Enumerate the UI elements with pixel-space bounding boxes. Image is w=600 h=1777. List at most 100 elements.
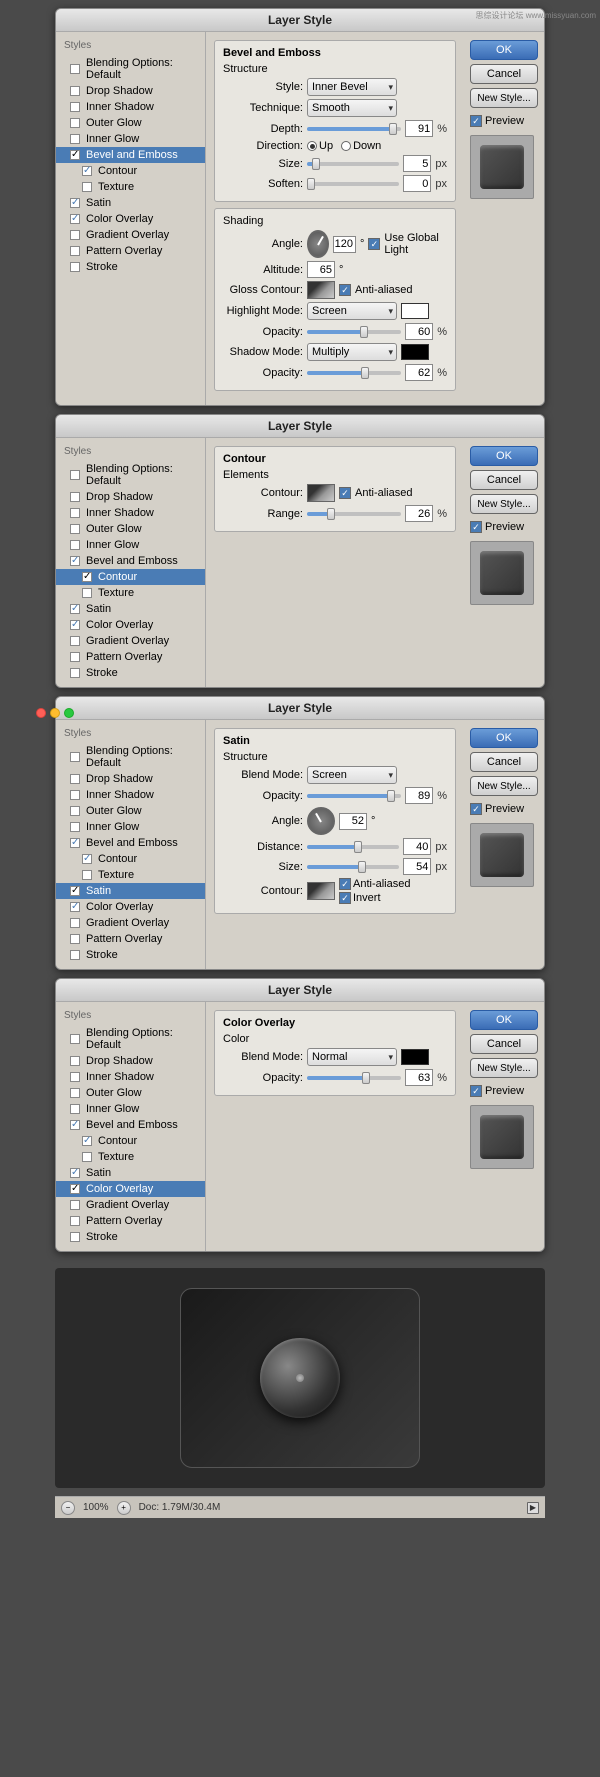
highlight-opacity-thumb[interactable] <box>360 326 368 338</box>
arrow-button[interactable]: ▶ <box>527 1502 539 1514</box>
p4-cb-blending[interactable] <box>70 1034 80 1044</box>
p2-cb-drop[interactable] <box>70 492 80 502</box>
p2-cb-blending[interactable] <box>70 470 80 480</box>
p2-sidebar-drop[interactable]: Drop Shadow <box>56 489 205 505</box>
cb-texture[interactable] <box>82 182 92 192</box>
shadow-opacity-thumb[interactable] <box>361 367 369 379</box>
cb-inner-glow[interactable] <box>70 134 80 144</box>
p3-distance-value[interactable]: 40 <box>403 838 431 855</box>
soften-slider[interactable] <box>307 182 399 186</box>
technique-dropdown[interactable]: Smooth <box>307 99 397 117</box>
p3-cb-texture[interactable] <box>82 870 92 880</box>
global-light-cb[interactable] <box>368 238 380 250</box>
p3-size-slider[interactable] <box>307 865 399 869</box>
p3-cb-color[interactable] <box>70 902 80 912</box>
highlight-mode-dropdown[interactable]: Screen <box>307 302 397 320</box>
p4-sidebar-drop[interactable]: Drop Shadow <box>56 1053 205 1069</box>
sidebar-satin[interactable]: Satin <box>56 195 205 211</box>
size-slider[interactable] <box>307 162 399 166</box>
panel4-ok-button[interactable]: OK <box>470 1010 538 1030</box>
sidebar-texture[interactable]: Texture <box>56 179 205 195</box>
p2-cb-pattern[interactable] <box>70 652 80 662</box>
p4-sidebar-inner-shadow[interactable]: Inner Shadow <box>56 1069 205 1085</box>
p4-cb-inner-shadow[interactable] <box>70 1072 80 1082</box>
p2-cb-contour[interactable] <box>82 572 92 582</box>
p4-sidebar-outer[interactable]: Outer Glow <box>56 1085 205 1101</box>
p4-opacity-value[interactable]: 63 <box>405 1069 433 1086</box>
p3-size-thumb[interactable] <box>358 861 366 873</box>
p4-cb-satin[interactable] <box>70 1168 80 1178</box>
sidebar-color-overlay[interactable]: Color Overlay <box>56 211 205 227</box>
p4-cb-stroke[interactable] <box>70 1232 80 1242</box>
p3-cb-contour[interactable] <box>82 854 92 864</box>
p4-blend-mode-dropdown[interactable]: Normal <box>307 1048 397 1066</box>
p2-sidebar-satin[interactable]: Satin <box>56 601 205 617</box>
depth-thumb[interactable] <box>389 123 397 135</box>
panel3-ok-button[interactable]: OK <box>470 728 538 748</box>
sidebar-drop-shadow[interactable]: Drop Shadow <box>56 83 205 99</box>
p2-sidebar-bevel[interactable]: Bevel and Emboss <box>56 553 205 569</box>
p4-sidebar-stroke[interactable]: Stroke <box>56 1229 205 1245</box>
p3-sidebar-contour[interactable]: Contour <box>56 851 205 867</box>
zoom-in-button[interactable]: + <box>117 1501 131 1515</box>
minimize-button[interactable] <box>50 708 60 718</box>
p3-sidebar-inner-glow[interactable]: Inner Glow <box>56 819 205 835</box>
p3-sidebar-gradient[interactable]: Gradient Overlay <box>56 915 205 931</box>
sidebar-outer-glow[interactable]: Outer Glow <box>56 115 205 131</box>
p3-opacity-thumb[interactable] <box>387 790 395 802</box>
p4-cb-texture[interactable] <box>82 1152 92 1162</box>
p4-sidebar-contour[interactable]: Contour <box>56 1133 205 1149</box>
panel1-cancel-button[interactable]: Cancel <box>470 64 538 84</box>
size-value[interactable]: 5 <box>403 155 431 172</box>
p4-opacity-slider[interactable] <box>307 1076 401 1080</box>
shadow-opacity-slider[interactable] <box>307 371 401 375</box>
p2-sidebar-pattern[interactable]: Pattern Overlay <box>56 649 205 665</box>
p2-sidebar-gradient[interactable]: Gradient Overlay <box>56 633 205 649</box>
depth-value[interactable]: 91 <box>405 120 433 137</box>
p3-invert-cb[interactable] <box>339 892 351 904</box>
p4-sidebar-color[interactable]: Color Overlay <box>56 1181 205 1197</box>
panel4-cancel-button[interactable]: Cancel <box>470 1034 538 1054</box>
panel3-cancel-button[interactable]: Cancel <box>470 752 538 772</box>
soften-value[interactable]: 0 <box>403 175 431 192</box>
p4-cb-outer[interactable] <box>70 1088 80 1098</box>
radio-up[interactable]: Up <box>307 140 333 152</box>
p2-range-thumb[interactable] <box>327 508 335 520</box>
p4-cb-pattern[interactable] <box>70 1216 80 1226</box>
size-thumb[interactable] <box>312 158 320 170</box>
shadow-mode-dropdown[interactable]: Multiply <box>307 343 397 361</box>
p2-contour-swatch[interactable] <box>307 484 335 502</box>
p3-angle-value[interactable]: 52 <box>339 813 367 830</box>
p2-sidebar-stroke[interactable]: Stroke <box>56 665 205 681</box>
p2-anti-aliased-cb[interactable] <box>339 487 351 499</box>
panel2-ok-button[interactable]: OK <box>470 446 538 466</box>
p2-range-value[interactable]: 26 <box>405 505 433 522</box>
p3-sidebar-satin[interactable]: Satin <box>56 883 205 899</box>
p2-range-slider[interactable] <box>307 512 401 516</box>
angle-dial[interactable] <box>307 230 329 258</box>
panel1-new-style-button[interactable]: New Style... <box>470 88 538 108</box>
radio-up-btn[interactable] <box>307 141 317 151</box>
p3-angle-dial[interactable] <box>307 807 335 835</box>
p4-sidebar-bevel[interactable]: Bevel and Emboss <box>56 1117 205 1133</box>
cb-blending[interactable] <box>70 64 80 74</box>
p3-contour-swatch[interactable] <box>307 882 335 900</box>
sidebar-blending-options[interactable]: Blending Options: Default <box>56 55 205 83</box>
p2-cb-gradient[interactable] <box>70 636 80 646</box>
p2-cb-stroke[interactable] <box>70 668 80 678</box>
p3-sidebar-texture[interactable]: Texture <box>56 867 205 883</box>
p3-blend-mode-dropdown[interactable]: Screen <box>307 766 397 784</box>
p2-cb-outer[interactable] <box>70 524 80 534</box>
p2-cb-texture[interactable] <box>82 588 92 598</box>
p3-anti-aliased-cb[interactable] <box>339 878 351 890</box>
p3-sidebar-stroke[interactable]: Stroke <box>56 947 205 963</box>
sidebar-bevel-emboss[interactable]: Bevel and Emboss <box>56 147 205 163</box>
p4-sidebar-pattern[interactable]: Pattern Overlay <box>56 1213 205 1229</box>
p4-color-swatch[interactable] <box>401 1049 429 1065</box>
panel1-preview-cb[interactable] <box>470 115 482 127</box>
p3-sidebar-pattern[interactable]: Pattern Overlay <box>56 931 205 947</box>
sidebar-gradient-overlay[interactable]: Gradient Overlay <box>56 227 205 243</box>
p2-sidebar-inner-glow[interactable]: Inner Glow <box>56 537 205 553</box>
p2-sidebar-outer[interactable]: Outer Glow <box>56 521 205 537</box>
p3-cb-gradient[interactable] <box>70 918 80 928</box>
